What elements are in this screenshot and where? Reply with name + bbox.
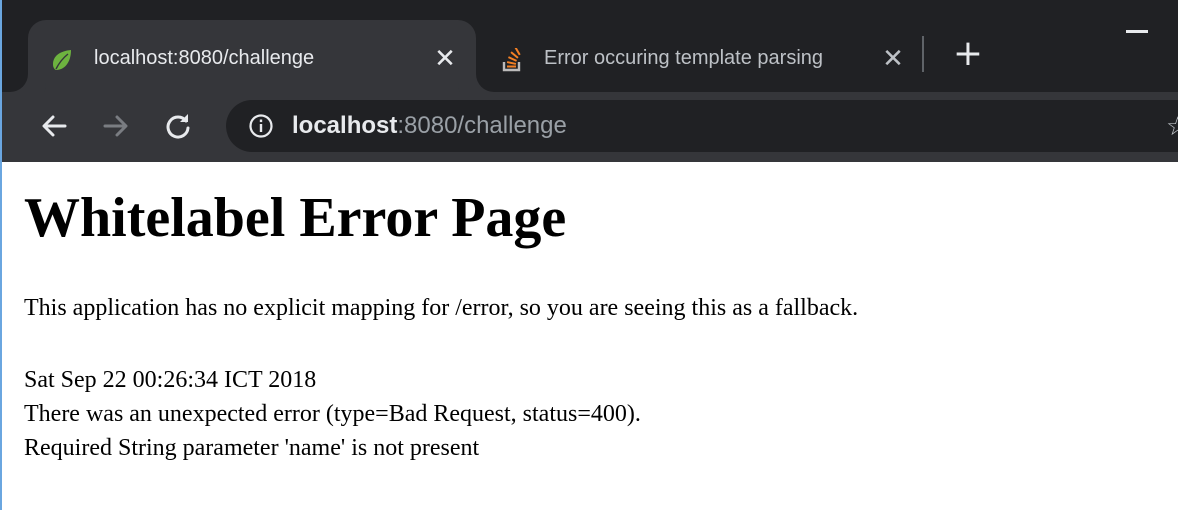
- reload-button[interactable]: [158, 106, 198, 146]
- tab-localhost[interactable]: localhost:8080/challenge ✕: [28, 20, 476, 92]
- bookmark-star-icon[interactable]: ☆: [1166, 114, 1178, 140]
- minimize-button[interactable]: [1126, 30, 1148, 33]
- arrow-left-icon: [42, 115, 67, 137]
- url-path: :8080/challenge: [397, 112, 567, 139]
- tab-strip: localhost:8080/challenge ✕ Error occurin…: [0, 0, 1178, 92]
- address-bar[interactable]: localhost:8080/challenge: [226, 100, 1178, 152]
- tab-title: Error occuring template parsing: [544, 47, 824, 69]
- tab-divider: [922, 36, 924, 72]
- tab-title: localhost:8080/challenge: [94, 47, 315, 69]
- page-heading: Whitelabel Error Page: [24, 187, 567, 249]
- reload-icon: [166, 114, 190, 139]
- arrow-right-icon: [103, 115, 128, 137]
- url-text: localhost:8080/challenge: [292, 109, 567, 143]
- toolbar: localhost:8080/challenge ☆: [0, 92, 1178, 162]
- error-type-text: There was an unexpected error (type=Bad …: [24, 401, 641, 427]
- url-host: localhost: [292, 112, 398, 139]
- error-message-text: Required String parameter 'name' is not …: [24, 435, 480, 461]
- info-icon[interactable]: [248, 113, 274, 139]
- browser-chrome: localhost:8080/challenge ✕ Error occurin…: [0, 0, 1178, 162]
- intro-text: This application has no explicit mapping…: [24, 295, 859, 321]
- spring-leaf-icon: [53, 50, 71, 70]
- tab-stackoverflow[interactable]: Error occuring template parsing ✕: [478, 20, 914, 92]
- window-border: [0, 0, 2, 510]
- timestamp-text: Sat Sep 22 00:26:34 ICT 2018: [24, 367, 317, 393]
- forward-button[interactable]: [96, 106, 136, 146]
- new-tab-button[interactable]: +: [948, 34, 988, 74]
- close-icon[interactable]: ✕: [432, 46, 458, 72]
- close-icon[interactable]: ✕: [880, 46, 906, 72]
- stackoverflow-icon: [502, 48, 521, 72]
- back-button[interactable]: [34, 106, 74, 146]
